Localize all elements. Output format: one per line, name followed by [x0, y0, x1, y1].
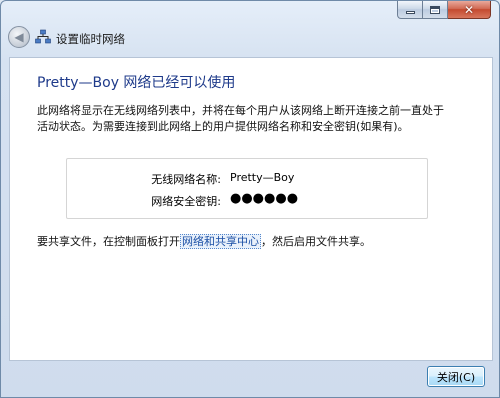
wizard-title: 设置临时网络	[56, 32, 125, 46]
minimize-button[interactable]	[397, 1, 423, 19]
maximize-button[interactable]	[423, 1, 448, 19]
network-icon	[35, 29, 51, 44]
description-text: 此网络将显示在无线网络列表中，并将在每个用户从该网络上断开连接之前一直处于活动状…	[37, 104, 444, 133]
wizard-window: ✕ ◀ 设置临时网络 Pretty—Boy 网络已经可以使用 此网络将显示在无线…	[0, 0, 500, 398]
close-button[interactable]: 关闭(C)	[427, 366, 485, 387]
caption-buttons: ✕	[397, 1, 491, 19]
network-sharing-center-link[interactable]: 网络和共享中心	[180, 234, 261, 249]
security-key-dots: ●●●●●●	[230, 191, 299, 206]
minimize-icon	[405, 11, 415, 14]
maximize-icon	[430, 5, 440, 14]
back-arrow-icon: ◀	[14, 30, 24, 44]
network-name-value: Pretty—Boy	[230, 171, 295, 184]
file-sharing-hint: 要共享文件，在控制面板打开 网络和共享中心 ，然后启用文件共享。	[37, 233, 371, 249]
page-heading: Pretty—Boy 网络已经可以使用	[37, 75, 236, 91]
network-name-label: 无线网络名称:	[151, 173, 221, 186]
security-key-value: ●●●●●●	[230, 191, 299, 208]
share-prefix: 要共享文件，在控制面板打开	[37, 235, 180, 248]
security-key-row: 网络安全密钥: ●●●●●●	[67, 191, 427, 209]
security-key-label: 网络安全密钥:	[151, 195, 221, 208]
content-panel: Pretty—Boy 网络已经可以使用 此网络将显示在无线网络列表中，并将在每个…	[9, 57, 493, 361]
share-suffix: ，然后启用文件共享。	[261, 235, 371, 248]
network-info-box: 无线网络名称: Pretty—Boy 网络安全密钥: ●●●●●●	[66, 158, 428, 219]
close-icon: ✕	[463, 2, 475, 17]
close-window-button[interactable]: ✕	[448, 1, 491, 19]
network-name-row: 无线网络名称: Pretty—Boy	[67, 171, 427, 187]
back-button[interactable]: ◀	[8, 26, 30, 48]
